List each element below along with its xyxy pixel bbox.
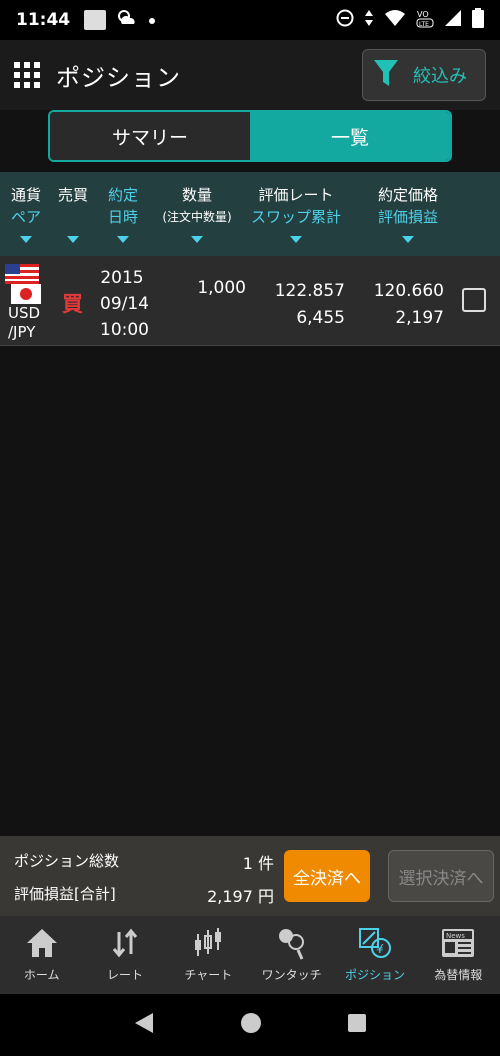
swap-total: 6,455: [296, 308, 345, 328]
price-cell: 120.660 2,197: [374, 278, 444, 332]
news-app-icon: [84, 10, 107, 30]
svg-text:LTE: LTE: [419, 21, 429, 28]
select-checkbox[interactable]: [462, 288, 486, 312]
table-row[interactable]: USD /JPY 買 2015 09/14 10:00 1,000 122.85…: [0, 256, 500, 346]
dnd-icon: [336, 9, 354, 32]
home-circle-icon[interactable]: [240, 1012, 262, 1038]
tab-list[interactable]: 一覧: [250, 112, 450, 160]
rate-cell: 122.857 6,455: [275, 278, 345, 332]
valuation-rate: 122.857: [274, 281, 345, 301]
trade-year: 2015: [100, 268, 144, 288]
back-icon[interactable]: [133, 1011, 155, 1039]
nav-chart[interactable]: チャート: [167, 916, 250, 994]
quantity: 1,000: [197, 278, 246, 298]
col-side-label: 売買: [57, 186, 88, 204]
volte-icon: VO LTE: [416, 8, 434, 33]
signal-icon: [444, 9, 462, 32]
nav-onetouch[interactable]: ワンタッチ: [250, 916, 333, 994]
status-time: 11:44: [16, 10, 71, 30]
news-icon: News: [442, 929, 475, 957]
battery-icon: [472, 7, 484, 33]
sort-triangle-icon: [117, 236, 129, 243]
filter-icon: [373, 58, 399, 92]
view-tabs: サマリー 一覧: [48, 110, 452, 162]
col-qty-line1: 数量: [181, 186, 212, 204]
notification-dot-icon: [148, 10, 156, 30]
col-pair-line2: ペア: [10, 208, 41, 226]
col-qty[interactable]: 数量 (注文中数量): [156, 184, 238, 243]
rate-arrows-icon: [112, 928, 138, 958]
col-pair[interactable]: 通貨 ペア: [6, 184, 46, 243]
system-nav-bar: [0, 994, 500, 1056]
trade-date: 2015 09/14 10:00: [100, 265, 149, 343]
pnl-total-label: 評価損益[合計]: [14, 885, 116, 903]
col-rate-line2: スワップ累計: [250, 208, 341, 226]
table-header: 通貨 ペア 売買 約定 日時 数量 (注文中数量) 評価レート スワップ累計 約…: [0, 172, 500, 256]
position-count-label: ポジション総数: [14, 852, 120, 870]
filter-button[interactable]: 絞込み: [362, 49, 486, 101]
pair-label: USD /JPY: [8, 304, 40, 342]
nav-rate-label: レート: [106, 968, 143, 982]
status-bar: 11:44 VO LTE: [0, 0, 500, 40]
page-title: ポジション: [56, 63, 181, 92]
pair-quote: /JPY: [8, 323, 36, 341]
col-rate-line1: 評価レート: [258, 186, 334, 204]
home-icon: [26, 929, 57, 957]
nav-position-label: ポジション: [344, 968, 405, 982]
recents-icon[interactable]: [347, 1013, 367, 1037]
svg-text:¥: ¥: [376, 942, 384, 956]
sort-triangle-icon: [402, 236, 414, 243]
currency-flags-icon: [5, 264, 41, 308]
nav-home[interactable]: ホーム: [0, 916, 83, 994]
filter-label: 絞込み: [413, 66, 467, 87]
col-date-line1: 約定: [107, 186, 138, 204]
sort-triangle-icon: [20, 236, 32, 243]
wifi-icon: [384, 9, 406, 32]
nav-news[interactable]: News 為替情報: [417, 916, 500, 994]
col-price-line1: 約定価格: [377, 186, 438, 204]
close-selected-button[interactable]: 選択決済へ: [388, 850, 494, 902]
weather-icon: [116, 8, 138, 33]
nav-home-label: ホーム: [23, 968, 60, 982]
position-icon: ¥: [358, 928, 391, 958]
trade-price: 120.660: [373, 281, 444, 301]
nav-news-label: 為替情報: [434, 968, 483, 982]
sort-triangle-icon: [67, 236, 79, 243]
nav-rate[interactable]: レート: [83, 916, 166, 994]
sort-triangle-icon: [191, 236, 203, 243]
svg-text:VO: VO: [417, 10, 429, 19]
news-icon-text: News: [446, 932, 465, 940]
col-side[interactable]: 売買: [54, 184, 92, 243]
col-rate[interactable]: 評価レート スワップ累計: [248, 184, 344, 243]
close-all-button[interactable]: 全決済へ: [284, 850, 370, 902]
bottom-nav: ホーム レート チャート ワンタッチ ¥ ポジション News 為替情報: [0, 916, 500, 994]
col-pair-line1: 通貨: [10, 186, 41, 204]
candlestick-icon: [195, 928, 222, 956]
tab-summary[interactable]: サマリー: [50, 112, 250, 160]
trade-time: 10:00: [100, 320, 149, 340]
position-count-value: 1 件: [242, 854, 274, 873]
pair-base: USD: [8, 304, 41, 322]
pnl-total-value: 2,197 円: [207, 887, 274, 906]
nav-chart-label: チャート: [184, 968, 233, 982]
app-header: ポジション 絞込み: [0, 40, 500, 110]
menu-grid-icon[interactable]: [14, 62, 40, 88]
one-touch-icon: [278, 929, 304, 960]
trade-day: 09/14: [100, 294, 149, 314]
nav-onetouch-label: ワンタッチ: [261, 968, 322, 982]
col-price[interactable]: 約定価格 評価損益: [370, 184, 446, 243]
sort-triangle-icon: [290, 236, 302, 243]
data-arrows-icon: [364, 9, 374, 32]
col-price-line2: 評価損益: [377, 208, 438, 226]
nav-position[interactable]: ¥ ポジション: [333, 916, 416, 994]
unrealized-pnl: 2,197: [395, 308, 444, 328]
summary-bar: ポジション総数 1 件 評価損益[合計] 2,197 円 全決済へ 選択決済へ: [0, 836, 500, 916]
col-date-line2: 日時: [107, 208, 138, 226]
col-date[interactable]: 約定 日時: [103, 184, 143, 243]
side-badge: 買: [62, 292, 83, 316]
col-qty-line2: (注文中数量): [162, 210, 232, 224]
